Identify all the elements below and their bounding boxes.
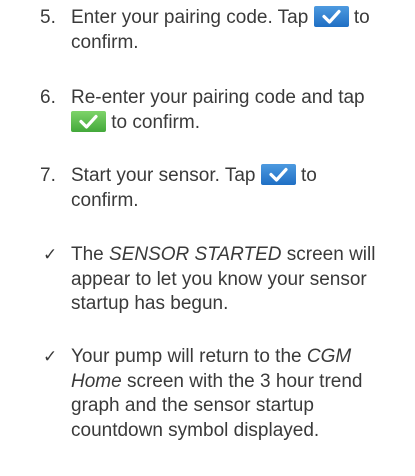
step-number: 7. [40,165,56,186]
result-line: startup has begun. [71,293,229,314]
screen-name: Home [71,370,122,392]
step-line: Start your sensor. Tap to [71,164,411,189]
result-text-part: The [71,244,110,265]
result-text-part: screen with the 3 hour trend [121,370,363,392]
step-line: confirm. [71,31,139,53]
step-line: to confirm. [71,110,411,136]
step-text-part: Enter your pairing code. Tap [71,7,314,28]
step-text: Re-enter your pairing code and tap to co… [71,86,411,135]
result-text: Your pump will return to the CGM Home sc… [71,345,411,443]
result-text-part: screen will [281,244,376,265]
screen-name: CGM [306,346,352,367]
checkmark-bullet-icon: ✓ [43,245,58,265]
result-line: Home screen with the 3 hour trend [71,370,411,395]
confirm-check-button-icon [313,6,349,27]
step-number: 5. [40,7,56,28]
step-text-part: to [348,7,370,28]
result-text: The SENSOR STARTED screen will appear to… [71,243,411,317]
instruction-page: 5. Enter your pairing code. Tap to confi… [0,0,415,476]
screen-name: SENSOR STARTED [109,244,282,265]
step-line: confirm. [71,189,139,211]
result-line: countdown symbol displayed. [71,419,320,441]
step-number: 6. [40,87,56,108]
step-line: Re-enter your pairing code and tap [71,87,365,108]
step-text-part: to confirm. [106,111,200,133]
result-line: The SENSOR STARTED screen will [71,243,411,268]
step-text: Start your sensor. Tap to confirm. [71,164,411,213]
confirm-check-button-icon [260,164,296,185]
result-line: appear to let you know your sensor [71,268,367,290]
step-line: Enter your pairing code. Tap to [71,6,411,31]
result-line: graph and the sensor startup [71,395,314,416]
step-text: Enter your pairing code. Tap to confirm. [71,6,411,55]
step-text-part: Start your sensor. Tap [71,165,261,186]
result-text-part: Your pump will return to the [71,346,307,367]
step-text-part: to [295,165,317,186]
result-line: Your pump will return to the CGM [71,345,411,370]
confirm-check-button-icon [71,110,106,132]
checkmark-bullet-icon: ✓ [43,347,58,367]
